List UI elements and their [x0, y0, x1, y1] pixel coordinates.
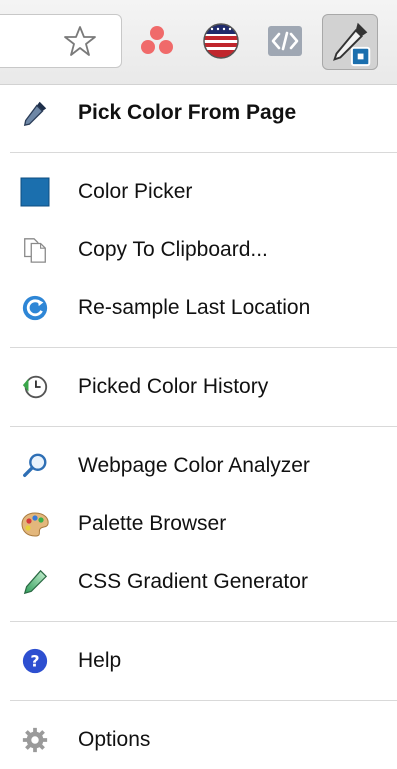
- refresh-icon: [20, 293, 50, 323]
- menu-item-css-gradient[interactable]: CSS Gradient Generator: [0, 553, 397, 611]
- menu-item-picked-history[interactable]: Picked Color History: [0, 358, 397, 416]
- menu-item-pick-color[interactable]: Pick Color From Page: [0, 84, 397, 142]
- menu-divider: [10, 426, 397, 427]
- flag-badge-extension-icon[interactable]: [202, 22, 240, 60]
- menu-item-label: Re-sample Last Location: [78, 296, 311, 319]
- menu-item-label: Webpage Color Analyzer: [78, 454, 310, 477]
- copy-documents-icon: [20, 235, 50, 265]
- menu-item-label: Picked Color History: [78, 375, 269, 398]
- gear-icon: [20, 725, 50, 755]
- menu-item-resample[interactable]: Re-sample Last Location: [0, 279, 397, 337]
- help-icon: ?: [20, 646, 50, 676]
- gradient-pen-icon: [20, 567, 50, 597]
- menu-divider: [10, 152, 397, 153]
- menu-item-palette-browser[interactable]: Palette Browser: [0, 495, 397, 553]
- menu-item-label: Options: [78, 728, 151, 751]
- menu-divider: [10, 700, 397, 701]
- asana-extension-icon[interactable]: [138, 22, 176, 60]
- color-swatch-icon: [20, 177, 50, 207]
- menu-item-webpage-analyzer[interactable]: Webpage Color Analyzer: [0, 437, 397, 495]
- menu-item-copy-to-clipboard[interactable]: Copy To Clipboard...: [0, 221, 397, 279]
- address-bar[interactable]: [0, 14, 122, 68]
- menu-item-label: Palette Browser: [78, 512, 227, 535]
- menu-item-label: Help: [78, 649, 122, 672]
- dropdown-menu: Pick Color From Page Color Picker Copy T…: [0, 84, 397, 769]
- browser-toolbar: [0, 0, 397, 85]
- bookmark-star-icon[interactable]: [63, 24, 97, 58]
- menu-item-color-picker[interactable]: Color Picker: [0, 163, 397, 221]
- menu-item-label: Pick Color From Page: [78, 101, 297, 124]
- menu-item-label: Color Picker: [78, 180, 193, 203]
- menu-divider: [10, 621, 397, 622]
- palette-icon: [20, 509, 50, 539]
- color-picker-extension-button[interactable]: [322, 14, 378, 70]
- menu-divider: [10, 347, 397, 348]
- svg-text:?: ?: [30, 652, 39, 671]
- menu-item-options[interactable]: Options: [0, 711, 397, 769]
- history-clock-icon: [20, 372, 50, 402]
- code-extension-icon[interactable]: [266, 22, 304, 60]
- magnifier-icon: [20, 451, 50, 481]
- menu-item-help[interactable]: ? Help: [0, 632, 397, 690]
- eyedropper-icon: [20, 98, 50, 128]
- eyedropper-icon: [333, 22, 371, 67]
- menu-item-label: Copy To Clipboard...: [78, 238, 268, 261]
- menu-item-label: CSS Gradient Generator: [78, 570, 308, 593]
